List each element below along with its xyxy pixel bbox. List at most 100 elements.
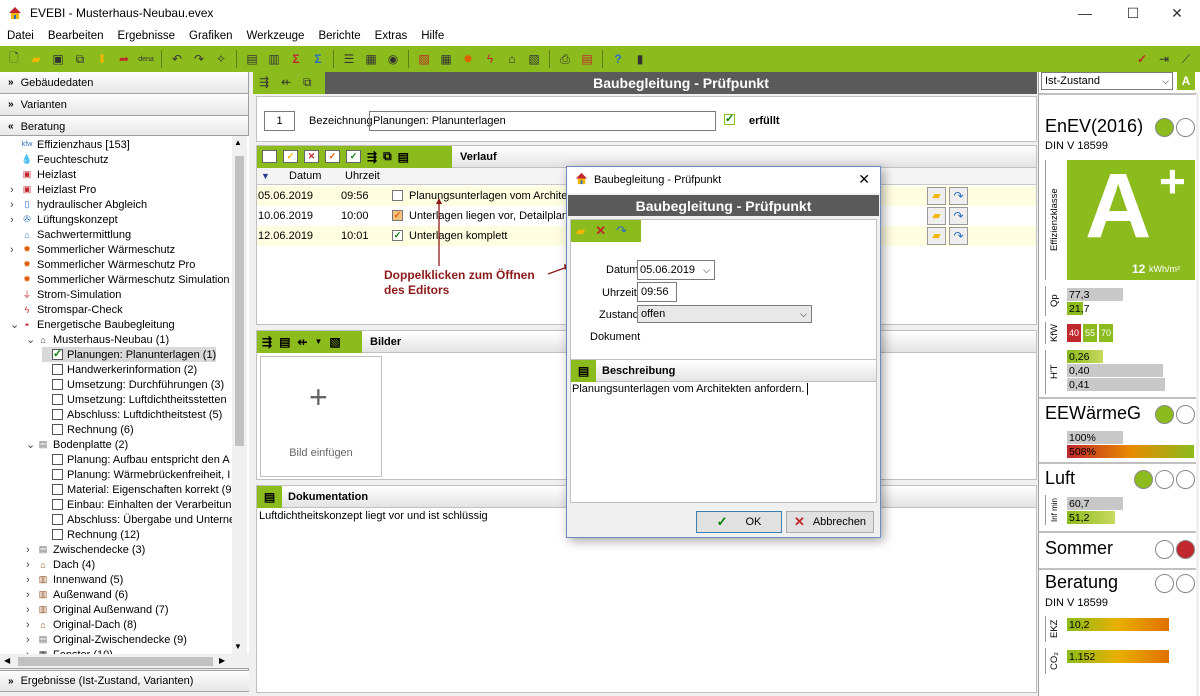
tree-expand-icon[interactable]: ⇶ xyxy=(259,75,269,89)
expand-chevron-icon[interactable]: › xyxy=(10,199,20,211)
unchecked-box-icon[interactable] xyxy=(262,150,277,163)
tree-item[interactable]: › ▯ hydraulischer Abgleich xyxy=(10,197,147,212)
section-ergebnisse[interactable]: » Ergebnisse (Ist-Zustand, Varianten) xyxy=(0,670,249,692)
sum-blue-icon[interactable]: Σ xyxy=(308,49,328,69)
tree-item[interactable]: › ✇ Lüftungskonzept xyxy=(10,212,118,227)
tree-item[interactable]: ✹ Sommerlicher Wärmeschutz Simulation xyxy=(10,272,229,287)
sort-icon[interactable]: ⇶ xyxy=(367,150,377,164)
menu-hilfe[interactable]: Hilfe xyxy=(414,30,451,42)
save-icon[interactable]: ▣ xyxy=(48,49,68,69)
wand-icon[interactable]: ✧ xyxy=(211,49,231,69)
tree-item[interactable]: › ⌂ Original-Dach (8) xyxy=(26,617,137,632)
list-icon[interactable]: ☰ xyxy=(339,49,359,69)
tree-item[interactable]: Material: Eigenschaften korrekt (9 xyxy=(42,482,231,497)
item-checkbox[interactable] xyxy=(52,409,63,420)
collapse-chevron-icon[interactable]: ⌄ xyxy=(26,333,36,346)
grid-icon[interactable]: ▦ xyxy=(361,49,381,69)
item-checkbox[interactable] xyxy=(52,469,63,480)
section-varianten[interactable]: » Varianten xyxy=(0,94,248,116)
copy-icon[interactable]: ⧉ xyxy=(70,49,90,69)
item-checkbox[interactable] xyxy=(52,379,63,390)
menu-grafiken[interactable]: Grafiken xyxy=(182,30,239,42)
tree-item[interactable]: ⌄ ◓ Energetische Baubegleitung xyxy=(10,317,175,332)
sort-down-icon[interactable]: ▼ xyxy=(261,171,270,181)
sun-icon[interactable]: ✹ xyxy=(458,49,478,69)
expand-chevron-icon[interactable]: › xyxy=(26,634,36,646)
sum-icon[interactable]: Σ xyxy=(286,49,306,69)
number-field[interactable]: 1 xyxy=(264,111,295,131)
menu-extras[interactable]: Extras xyxy=(368,30,415,42)
expand-chevron-icon[interactable]: › xyxy=(10,184,20,196)
new-file-icon[interactable]: 🗋 xyxy=(4,49,24,69)
item-checkbox[interactable] xyxy=(52,514,63,525)
close-button[interactable]: ✕ xyxy=(1154,0,1200,26)
undo-icon[interactable]: ↶ xyxy=(167,49,187,69)
item-checkbox[interactable] xyxy=(52,499,63,510)
scroll-down-icon[interactable]: ▼ xyxy=(234,642,242,651)
cross-box-icon[interactable]: ✕ xyxy=(304,150,319,163)
item-checkbox[interactable] xyxy=(52,529,63,540)
add-image-tile[interactable]: + Bild einfügen xyxy=(260,356,382,477)
tree-item[interactable]: kfw Effizienzhaus [153] xyxy=(10,137,130,152)
item-checkbox[interactable] xyxy=(52,364,63,375)
expand-chevron-icon[interactable]: › xyxy=(10,214,20,226)
image-tool-icon[interactable]: ▧ xyxy=(329,335,340,349)
expand-chevron-icon[interactable]: › xyxy=(26,619,36,631)
scroll-right-icon[interactable]: ▶ xyxy=(219,656,225,665)
item-checkbox[interactable] xyxy=(52,424,63,435)
expand-icon[interactable]: ⇶ xyxy=(262,335,272,349)
menu-ergebnisse[interactable]: Ergebnisse xyxy=(110,30,182,42)
open-folder-icon[interactable]: ▰ xyxy=(927,187,946,205)
orange-check-box-icon[interactable]: ✓ xyxy=(325,150,340,163)
a-icon[interactable]: A xyxy=(1177,72,1195,90)
document-icon[interactable]: ▤ xyxy=(264,490,275,504)
export-icon[interactable]: ➦ xyxy=(114,49,134,69)
section-gebaeudedaten[interactable]: » Gebäudedaten xyxy=(0,72,248,94)
tree-item[interactable]: ⏚ Strom-Simulation xyxy=(10,287,121,302)
login-icon[interactable]: ⇥ xyxy=(1154,49,1174,69)
chart-icon[interactable]: ▥ xyxy=(264,49,284,69)
open-folder-icon[interactable]: ▰ xyxy=(26,49,46,69)
tree-item[interactable]: 💧 Feuchteschutz xyxy=(10,152,108,167)
item-checkbox[interactable] xyxy=(52,484,63,495)
expand-chevron-icon[interactable]: › xyxy=(10,244,20,256)
tree-item[interactable]: › ▥ Innenwand (5) xyxy=(26,572,123,587)
expand-chevron-icon[interactable]: › xyxy=(26,574,36,586)
erfuellt-checkbox[interactable] xyxy=(724,112,735,125)
globe-icon[interactable]: ◉ xyxy=(383,49,403,69)
collapse-chevron-icon[interactable]: ⌄ xyxy=(10,318,20,331)
expand-chevron-icon[interactable]: › xyxy=(26,589,36,601)
tree-item[interactable]: Abschluss: Übergabe und Unterne xyxy=(42,512,235,527)
tree-item[interactable]: › ✹ Sommerlicher Wärmeschutz xyxy=(10,242,175,257)
copy-icon[interactable]: ⧉ xyxy=(383,149,392,164)
menu-berichte[interactable]: Berichte xyxy=(311,30,367,42)
green-check-box-icon[interactable]: ✓ xyxy=(346,150,361,163)
tree-item[interactable]: Planung: Aufbau entspricht den A xyxy=(42,452,230,467)
import-icon[interactable]: ⬇ xyxy=(92,49,112,69)
scroll-left-icon[interactable]: ◀ xyxy=(4,656,10,665)
tree-item[interactable]: › ▥ Original Außenwand (7) xyxy=(26,602,169,617)
menu-bearbeiten[interactable]: Bearbeiten xyxy=(41,30,111,42)
table-icon[interactable]: ▦ xyxy=(436,49,456,69)
row-status-checkbox[interactable] xyxy=(392,190,403,201)
tree-item[interactable]: ϟ Stromspar-Check xyxy=(10,302,123,317)
tree-item[interactable]: › ▤ Original-Zwischendecke (9) xyxy=(26,632,187,647)
graph-icon[interactable]: ⟋ xyxy=(1176,49,1196,69)
pdf-icon[interactable]: ▤ xyxy=(577,49,597,69)
link-icon[interactable]: ↷ xyxy=(949,187,968,205)
uhrzeit-input[interactable]: 09:56 xyxy=(637,282,677,302)
tree-item[interactable]: ⌄ ⌂ Musterhaus-Neubau (1) xyxy=(26,332,169,347)
document-icon[interactable]: ▤ xyxy=(578,364,589,378)
col-uhrzeit[interactable]: Uhrzeit xyxy=(345,170,380,182)
dialog-close-icon[interactable]: ✕ xyxy=(858,171,870,188)
check-icon[interactable]: ✓ xyxy=(1132,49,1152,69)
window-icon[interactable]: ⧉ xyxy=(303,75,312,90)
tree-item[interactable]: › ⌂ Dach (4) xyxy=(26,557,95,572)
tree-scrollbar[interactable]: ▲ ▼ xyxy=(232,136,247,654)
bezeichnung-input[interactable]: Planungen: Planunterlagen xyxy=(369,111,716,131)
tree-item[interactable]: › ▤ Zwischendecke (3) xyxy=(26,542,145,557)
tree-item[interactable]: ✹ Sommerlicher Wärmeschutz Pro xyxy=(10,257,195,272)
open-folder-icon[interactable]: ▰ xyxy=(576,224,585,238)
link-icon[interactable]: ↷ xyxy=(616,223,627,239)
zustand-dropdown[interactable]: Ist-Zustand ⌵ xyxy=(1041,72,1173,90)
